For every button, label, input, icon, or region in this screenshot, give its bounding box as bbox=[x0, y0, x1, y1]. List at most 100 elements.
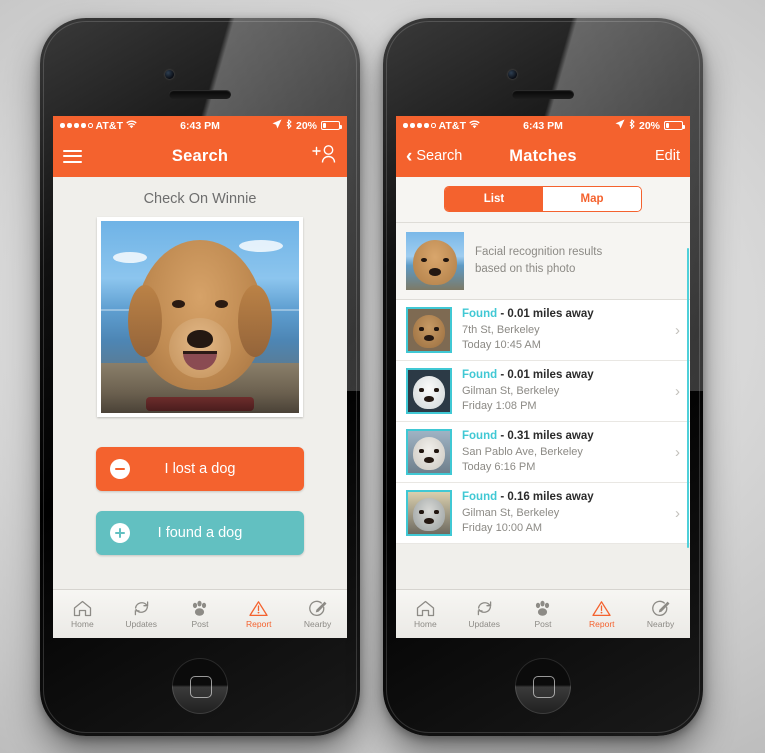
dog-photo bbox=[101, 221, 299, 413]
plus-circle-icon bbox=[110, 523, 130, 543]
match-row[interactable]: Found - 0.01 miles away 7th St, Berkeley… bbox=[396, 300, 690, 361]
tab-bar-left: Home Updates Post Report Nearby bbox=[53, 589, 347, 638]
match-status: Found bbox=[462, 369, 498, 382]
add-person-button[interactable] bbox=[311, 144, 337, 168]
home-button-left[interactable] bbox=[172, 658, 228, 714]
page-title-search: Search bbox=[171, 146, 229, 165]
match-location: 7th St, Berkeley bbox=[462, 323, 540, 336]
status-right: 20% bbox=[615, 119, 685, 132]
check-on-title: Check On Winnie bbox=[143, 191, 257, 207]
warning-triangle-icon bbox=[249, 600, 268, 617]
scene: AT&T 6:43 PM 20% Search Check On Winnie … bbox=[0, 0, 765, 753]
home-button-right[interactable] bbox=[515, 658, 571, 714]
tab-home[interactable]: Home bbox=[53, 600, 112, 629]
screen-right: AT&T 6:43 PM 20% ‹ Search Matches Edit L… bbox=[396, 116, 690, 638]
refresh-icon bbox=[475, 600, 494, 617]
bluetooth-icon bbox=[286, 119, 292, 132]
status-bar: AT&T 6:43 PM 20% bbox=[53, 116, 347, 135]
home-icon bbox=[73, 600, 92, 617]
tab-post-label: Post bbox=[191, 618, 209, 629]
edit-label: Edit bbox=[655, 148, 680, 164]
tab-updates-label: Updates bbox=[468, 618, 501, 629]
tab-report[interactable]: Report bbox=[572, 600, 631, 629]
compass-pen-icon bbox=[308, 600, 327, 617]
scroll-indicator[interactable] bbox=[686, 248, 689, 548]
match-distance: - 0.31 miles away bbox=[500, 430, 594, 443]
screen-left: AT&T 6:43 PM 20% Search Check On Winnie … bbox=[53, 116, 347, 638]
tab-updates-label: Updates bbox=[125, 618, 158, 629]
chevron-right-icon: › bbox=[675, 382, 680, 400]
front-camera-icon bbox=[508, 70, 517, 79]
phone-left: AT&T 6:43 PM 20% Search Check On Winnie … bbox=[40, 18, 360, 736]
front-camera-icon bbox=[165, 70, 174, 79]
match-location: Gilman St, Berkeley bbox=[462, 384, 560, 397]
earpiece-speaker bbox=[512, 90, 574, 99]
menu-button[interactable] bbox=[63, 149, 82, 163]
tab-report[interactable]: Report bbox=[229, 600, 288, 629]
match-row[interactable]: Found - 0.31 miles away San Pablo Ave, B… bbox=[396, 422, 690, 483]
tab-post[interactable]: Post bbox=[514, 600, 573, 629]
nav-bar-right: ‹ Search Matches Edit bbox=[396, 135, 690, 177]
chevron-right-icon: › bbox=[675, 504, 680, 522]
match-thumb bbox=[406, 307, 452, 353]
phone-right: AT&T 6:43 PM 20% ‹ Search Matches Edit L… bbox=[383, 18, 703, 736]
match-time: Friday 1:08 PM bbox=[462, 399, 537, 412]
match-location: Gilman St, Berkeley bbox=[462, 506, 560, 519]
match-thumb bbox=[406, 368, 452, 414]
match-info: Found - 0.01 miles away 7th St, Berkeley… bbox=[462, 307, 665, 352]
tab-home[interactable]: Home bbox=[396, 600, 455, 629]
found-dog-label: I found a dog bbox=[157, 525, 243, 541]
tab-nearby[interactable]: Nearby bbox=[288, 600, 347, 629]
segmented-control[interactable]: List Map bbox=[444, 186, 642, 212]
chevron-left-icon: ‹ bbox=[406, 145, 413, 167]
banner-line-2: based on this photo bbox=[475, 263, 576, 275]
match-thumb bbox=[406, 490, 452, 536]
match-row[interactable]: Found - 0.01 miles away Gilman St, Berke… bbox=[396, 361, 690, 422]
dog-photo-frame[interactable] bbox=[97, 217, 303, 417]
match-distance: - 0.01 miles away bbox=[500, 308, 594, 321]
back-button[interactable]: ‹ Search bbox=[406, 147, 462, 166]
banner-text: Facial recognition results based on this… bbox=[475, 244, 602, 277]
battery-percent-label: 20% bbox=[638, 119, 660, 132]
battery-icon bbox=[664, 121, 685, 130]
dog-head bbox=[128, 240, 272, 391]
match-row[interactable]: Found - 0.16 miles away Gilman St, Berke… bbox=[396, 483, 690, 544]
chevron-right-icon: › bbox=[675, 443, 680, 461]
bluetooth-icon bbox=[629, 119, 635, 132]
segment-map[interactable]: Map bbox=[543, 187, 641, 211]
match-status: Found bbox=[462, 430, 498, 443]
tab-updates[interactable]: Updates bbox=[455, 600, 514, 629]
match-distance: - 0.01 miles away bbox=[500, 369, 594, 382]
lost-dog-button[interactable]: I lost a dog bbox=[96, 447, 304, 491]
hamburger-menu-icon bbox=[63, 149, 82, 163]
match-info: Found - 0.01 miles away Gilman St, Berke… bbox=[462, 368, 665, 413]
battery-icon bbox=[321, 121, 342, 130]
earpiece-speaker bbox=[169, 90, 231, 99]
match-time: Today 6:16 PM bbox=[462, 460, 536, 473]
status-bar: AT&T 6:43 PM 20% bbox=[396, 116, 690, 135]
reference-photo-thumb[interactable] bbox=[406, 232, 464, 290]
tab-nearby-label: Nearby bbox=[646, 618, 675, 629]
tab-post[interactable]: Post bbox=[171, 600, 230, 629]
banner-line-1: Facial recognition results bbox=[475, 246, 603, 259]
match-info: Found - 0.16 miles away Gilman St, Berke… bbox=[462, 490, 665, 535]
tab-report-label: Report bbox=[589, 618, 615, 629]
match-location: San Pablo Ave, Berkeley bbox=[462, 445, 583, 458]
tab-bar-right: Home Updates Post Report Nearby bbox=[396, 589, 690, 638]
match-distance: - 0.16 miles away bbox=[500, 491, 594, 504]
segmented-control-wrap: List Map bbox=[396, 177, 690, 223]
paw-icon bbox=[190, 600, 209, 617]
match-status: Found bbox=[462, 308, 498, 321]
tab-post-label: Post bbox=[534, 618, 552, 629]
tab-nearby[interactable]: Nearby bbox=[631, 600, 690, 629]
tab-updates[interactable]: Updates bbox=[112, 600, 171, 629]
segment-list[interactable]: List bbox=[445, 187, 543, 211]
found-dog-button[interactable]: I found a dog bbox=[96, 511, 304, 555]
chevron-right-icon: › bbox=[675, 321, 680, 339]
tab-home-label: Home bbox=[71, 618, 94, 629]
edit-button[interactable]: Edit bbox=[655, 148, 680, 164]
matches-list: Found - 0.01 miles away 7th St, Berkeley… bbox=[396, 300, 690, 544]
refresh-icon bbox=[132, 600, 151, 617]
match-time: Friday 10:00 AM bbox=[462, 521, 543, 534]
lost-dog-label: I lost a dog bbox=[164, 461, 236, 477]
